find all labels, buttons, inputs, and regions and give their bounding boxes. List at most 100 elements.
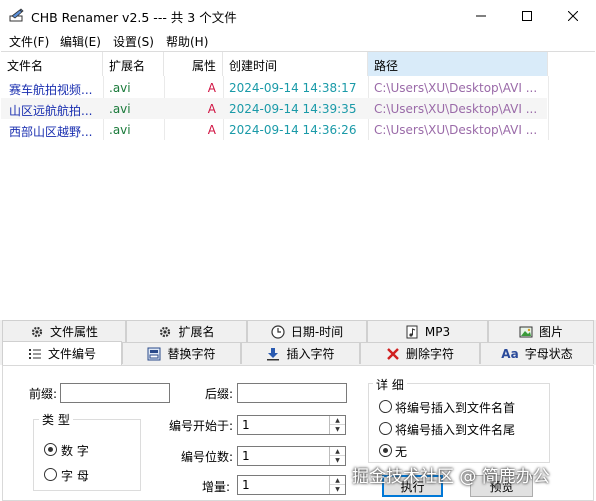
- digit-count-value: 1: [242, 449, 250, 463]
- insert-suffix-radio[interactable]: [379, 422, 392, 435]
- maximize-button[interactable]: [504, 0, 550, 31]
- cell-name: 赛车航拍视频...: [9, 83, 93, 97]
- tab-delete-chars[interactable]: 删除字符: [360, 342, 480, 364]
- cell-path: C:\Users\XU\Desktop\AVI ...: [374, 102, 538, 116]
- type-letter-radio[interactable]: [44, 468, 57, 481]
- tab-label: 日期-时间: [290, 325, 344, 339]
- column-divider: [548, 76, 549, 140]
- tab-mp3[interactable]: MP3: [367, 320, 488, 342]
- digit-count-stepper[interactable]: 1 ▲ ▼: [237, 446, 346, 466]
- tab-label: 文件属性: [49, 325, 98, 339]
- letter-case-icon: Aa: [501, 346, 519, 361]
- window-title: CHB Renamer v2.5 --- 共 3 个文件: [31, 10, 237, 25]
- cell-created: 2024-09-14 14:38:17: [229, 81, 357, 95]
- suffix-input[interactable]: [237, 383, 347, 403]
- increment-label: 增量:: [202, 480, 231, 494]
- clock-icon: [271, 324, 285, 339]
- gear-icon: [160, 326, 171, 337]
- tab-file-numbering[interactable]: 文件编号: [2, 341, 122, 365]
- replace-icon: [147, 347, 161, 360]
- tab-file-attributes[interactable]: 文件属性: [2, 320, 126, 342]
- maximize-icon: [522, 10, 532, 21]
- insert-prefix-radio[interactable]: [379, 400, 392, 413]
- cell-attr: A: [207, 123, 216, 137]
- insert-arrow-icon: [267, 347, 280, 360]
- none-radio[interactable]: [379, 444, 392, 457]
- tab-picture[interactable]: 图片: [488, 320, 594, 342]
- music-file-icon: [406, 325, 418, 338]
- cell-name: 山区远航航拍...: [9, 104, 93, 118]
- type-letter-label[interactable]: 字 母: [61, 467, 89, 484]
- table-row[interactable]: 山区远航航拍... .avi A 2024-09-14 14:39:35 C:\User…: [1, 98, 547, 119]
- type-digit-radio[interactable]: [44, 443, 57, 456]
- column-header-name[interactable]: 文件名: [1, 52, 103, 76]
- menu-help[interactable]: 帮助(H): [166, 33, 208, 50]
- insert-suffix-label[interactable]: 将编号插入到文件名尾: [395, 421, 515, 438]
- tab-label: 文件编号: [47, 347, 96, 361]
- delete-x-icon: [387, 347, 399, 360]
- tab-insert-chars[interactable]: 插入字符: [241, 342, 360, 364]
- tab-label: 字母状态: [524, 347, 573, 361]
- watermark: 掘金技术社区 @ 简鹿办公: [352, 467, 550, 487]
- cell-ext: .avi: [109, 81, 131, 95]
- start-number-value: 1: [242, 418, 250, 432]
- tab-label: 替换字符: [167, 347, 216, 361]
- tab-label: 图片: [538, 325, 563, 339]
- table-row[interactable]: 赛车航拍视频... .avi A 2024-09-14 14:38:17 C:\User…: [1, 77, 547, 98]
- cell-created: 2024-09-14 14:36:26: [229, 123, 357, 137]
- tab-label: MP3: [424, 324, 451, 339]
- minimize-button[interactable]: [458, 0, 504, 31]
- insert-prefix-label[interactable]: 将编号插入到文件名首: [395, 399, 515, 416]
- image-icon: [519, 326, 533, 337]
- cell-attr: A: [207, 81, 216, 95]
- tab-strip: 文件属性 扩展名 日期-时间 MP3 图片 文件编号 替换字符 插入字符 删除字…: [0, 320, 596, 365]
- close-icon: [568, 10, 578, 21]
- start-number-label: 编号开始于:: [169, 419, 234, 433]
- column-header-created[interactable]: 创建时间: [223, 52, 368, 76]
- cell-ext: .avi: [109, 102, 131, 116]
- gear-icon: [31, 326, 43, 337]
- spin-down-icon[interactable]: ▼: [330, 485, 345, 494]
- digit-count-label: 编号位数:: [181, 450, 234, 464]
- prefix-label: 前缀:: [29, 387, 58, 401]
- close-button[interactable]: [550, 0, 596, 31]
- tab-replace-chars[interactable]: 替换字符: [122, 342, 241, 364]
- tab-extension[interactable]: 扩展名: [126, 320, 247, 342]
- title-bar: CHB Renamer v2.5 --- 共 3 个文件: [0, 0, 596, 31]
- type-group-label: 类 型: [39, 411, 73, 428]
- tab-label: 删除字符: [405, 347, 454, 361]
- none-label[interactable]: 无: [395, 443, 407, 460]
- cell-path: C:\Users\XU\Desktop\AVI ...: [374, 123, 538, 137]
- table-row[interactable]: 西部山区越野... .avi A 2024-09-14 14:36:26 C:\User…: [1, 119, 547, 140]
- menu-file[interactable]: 文件(F): [9, 33, 49, 50]
- detail-group-label: 详 细: [373, 376, 407, 393]
- file-list[interactable]: 文件名 扩展名 属性 创建时间 路径 赛车航拍视频... .avi A 2024-09…: [1, 51, 595, 313]
- spin-down-icon[interactable]: ▼: [330, 456, 345, 465]
- minimize-icon: [476, 15, 486, 16]
- spin-down-icon[interactable]: ▼: [330, 425, 345, 434]
- tab-label: 扩展名: [178, 325, 215, 339]
- spin-up-icon[interactable]: ▲: [330, 447, 345, 456]
- increment-stepper[interactable]: 1 ▲ ▼: [237, 475, 346, 495]
- spin-up-icon[interactable]: ▲: [330, 476, 345, 485]
- column-header-ext[interactable]: 扩展名: [103, 52, 164, 76]
- cell-path: C:\Users\XU\Desktop\AVI ...: [374, 81, 538, 95]
- tab-date-time[interactable]: 日期-时间: [247, 320, 367, 342]
- column-header-path[interactable]: 路径: [368, 52, 548, 76]
- menu-edit[interactable]: 编辑(E): [60, 33, 101, 50]
- type-digit-label[interactable]: 数 字: [61, 442, 89, 459]
- increment-value: 1: [242, 478, 250, 492]
- cell-name: 西部山区越野...: [9, 125, 93, 139]
- cell-attr: A: [207, 102, 216, 116]
- start-number-stepper[interactable]: 1 ▲ ▼: [237, 415, 346, 435]
- column-header-attr[interactable]: 属性: [164, 52, 223, 76]
- cell-created: 2024-09-14 14:39:35: [229, 102, 357, 116]
- tab-letter-case[interactable]: Aa 字母状态: [480, 342, 594, 364]
- menu-settings[interactable]: 设置(S): [113, 33, 154, 50]
- app-icon: [9, 8, 24, 22]
- prefix-input[interactable]: [60, 383, 170, 403]
- tab-label: 插入字符: [286, 347, 335, 361]
- suffix-label: 后缀:: [205, 387, 234, 401]
- numbered-list-icon: [28, 348, 41, 359]
- spin-up-icon[interactable]: ▲: [330, 416, 345, 425]
